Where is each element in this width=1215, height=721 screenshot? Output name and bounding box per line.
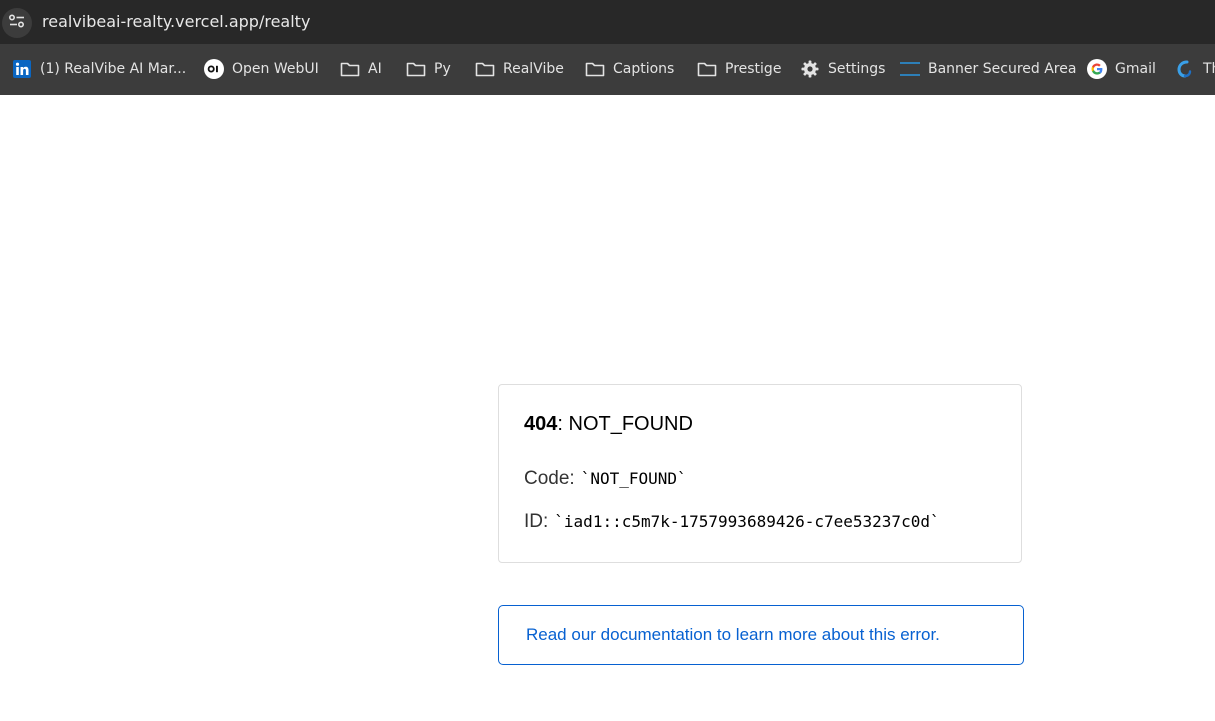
bookmark-label: Captions <box>613 61 675 77</box>
bookmark-label: AI <box>368 61 382 77</box>
bookmark-open-webui[interactable]: Open WebUI <box>204 58 319 80</box>
error-status: 404 <box>524 413 558 435</box>
banner-icon <box>900 59 920 79</box>
error-separator: : <box>557 413 569 435</box>
error-code-label: Code: <box>524 468 575 489</box>
bookmarks-bar: (1) RealVibe AI Mar... Open WebUI AI Py … <box>0 44 1215 95</box>
folder-icon <box>475 59 495 79</box>
bookmark-folder-prestige[interactable]: Prestige <box>697 58 781 80</box>
error-code-value: `NOT_FOUND` <box>580 469 687 488</box>
bookmark-gmail[interactable]: Gmail <box>1087 58 1156 80</box>
folder-icon <box>340 59 360 79</box>
bookmark-label: RealVibe <box>503 61 564 77</box>
bookmark-folder-captions[interactable]: Captions <box>585 58 674 80</box>
documentation-link-box[interactable]: Read our documentation to learn more abo… <box>498 605 1024 665</box>
error-title: 404: NOT_FOUND <box>524 413 693 436</box>
bookmark-banner[interactable]: Banner Secured Area <box>900 58 1076 80</box>
error-message: NOT_FOUND <box>568 413 693 435</box>
linkedin-icon <box>12 59 32 79</box>
site-info-button[interactable] <box>2 8 32 38</box>
page-content: 404: NOT_FOUND Code: `NOT_FOUND` ID: `iad1… <box>0 95 1215 721</box>
error-id-line: ID: `iad1::c5m7k-1757993689426-c7ee53237c… <box>524 511 940 533</box>
folder-icon <box>697 59 717 79</box>
blue-swirl-icon <box>1175 59 1195 79</box>
bookmark-label: (1) RealVibe AI Mar... <box>40 61 187 77</box>
bookmark-label: Banner Secured Area <box>928 61 1077 77</box>
bookmark-label: Py <box>434 61 451 77</box>
bookmark-linkedin[interactable]: (1) RealVibe AI Mar... <box>12 58 186 80</box>
folder-icon <box>585 59 605 79</box>
bookmark-folder-py[interactable]: Py <box>406 58 451 80</box>
address-bar: realvibeai-realty.vercel.app/realty <box>0 0 1215 44</box>
error-id-value: `iad1::c5m7k-1757993689426-c7ee53237c0d` <box>554 512 940 531</box>
url-text[interactable]: realvibeai-realty.vercel.app/realty <box>42 12 310 31</box>
openwebui-icon <box>204 59 224 79</box>
browser-chrome: realvibeai-realty.vercel.app/realty (1) … <box>0 0 1215 95</box>
tune-icon <box>8 13 26 33</box>
bookmark-label: Gmail <box>1115 61 1156 77</box>
error-code-line: Code: `NOT_FOUND` <box>524 468 687 490</box>
error-id-label: ID: <box>524 511 549 532</box>
bookmark-label: Settings <box>828 61 886 77</box>
google-icon <box>1087 59 1107 79</box>
gear-icon <box>800 59 820 79</box>
error-card: 404: NOT_FOUND Code: `NOT_FOUND` ID: `iad1… <box>498 384 1022 563</box>
bookmark-truncated[interactable]: Th <box>1175 58 1215 80</box>
bookmark-settings[interactable]: Settings <box>800 58 885 80</box>
bookmark-folder-realvibe[interactable]: RealVibe <box>475 58 564 80</box>
bookmark-label: Th <box>1203 61 1215 77</box>
folder-icon <box>406 59 426 79</box>
bookmark-label: Open WebUI <box>232 61 319 77</box>
bookmark-label: Prestige <box>725 61 782 77</box>
documentation-link[interactable]: Read our documentation to learn more abo… <box>526 625 940 645</box>
bookmark-folder-ai[interactable]: AI <box>340 58 382 80</box>
